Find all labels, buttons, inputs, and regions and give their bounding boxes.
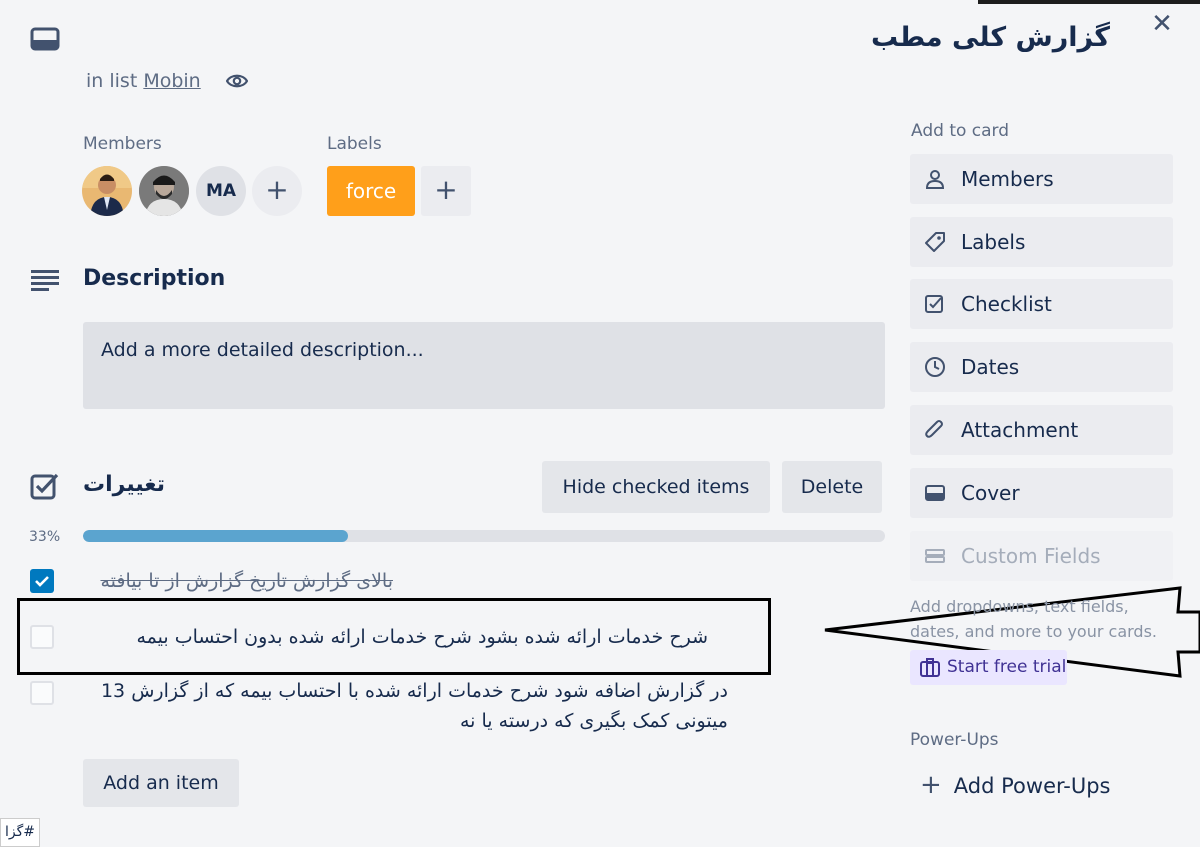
card-icon xyxy=(30,26,60,52)
window-top-bar xyxy=(978,0,1200,4)
description-input[interactable]: Add a more detailed description... xyxy=(83,322,885,409)
labels-label: Labels xyxy=(327,134,382,154)
status-bar: #گزا xyxy=(0,818,41,847)
custom-fields-icon xyxy=(925,549,945,563)
briefcase-icon xyxy=(920,658,940,677)
eye-icon[interactable] xyxy=(226,71,248,91)
checklist-title[interactable]: تغییرات xyxy=(83,472,165,497)
sidebar-button-label: Labels xyxy=(961,230,1026,254)
trial-label: Start free trial xyxy=(947,657,1067,677)
sidebar-custom-fields-button[interactable]: Custom Fields xyxy=(910,531,1173,581)
avatar[interactable] xyxy=(82,166,132,216)
progress-bar xyxy=(83,530,885,542)
sidebar-button-label: Custom Fields xyxy=(961,544,1101,568)
sidebar-members-button[interactable]: Members xyxy=(910,154,1173,204)
sidebar-checklist-button[interactable]: Checklist xyxy=(910,279,1173,329)
checklist-item-checkbox[interactable] xyxy=(30,681,54,705)
list-link[interactable]: Mobin xyxy=(143,70,200,92)
checklist-item-checkbox[interactable] xyxy=(30,569,54,593)
checklist-item-text[interactable]: در گزارش اضافه شود شرح خدمات ارائه شده ب… xyxy=(83,676,728,736)
tag-icon xyxy=(925,232,945,252)
add-label-button[interactable]: + xyxy=(421,166,471,216)
sidebar-button-label: Dates xyxy=(961,355,1020,379)
annotation-highlight-box xyxy=(17,598,771,675)
clock-icon xyxy=(925,357,945,377)
in-list-prefix: in list xyxy=(86,70,138,92)
checkbox-icon xyxy=(925,295,943,313)
card-title[interactable]: گزارش کلی مطب xyxy=(871,22,1110,53)
sidebar-labels-button[interactable]: Labels xyxy=(910,217,1173,267)
sidebar-attachment-button[interactable]: Attachment xyxy=(910,405,1173,455)
plus-icon: + xyxy=(920,770,942,800)
custom-fields-description: Add dropdowns, text fields, dates, and m… xyxy=(910,597,1157,641)
list-reference: in list Mobin xyxy=(86,70,201,92)
sidebar-cover-button[interactable]: Cover xyxy=(910,468,1173,518)
hide-checked-items-button[interactable]: Hide checked items xyxy=(542,461,770,513)
add-member-button[interactable]: + xyxy=(252,166,302,216)
start-free-trial-button[interactable]: Start free trial xyxy=(910,650,1067,685)
sidebar-button-label: Cover xyxy=(961,481,1020,505)
sidebar-button-label: Checklist xyxy=(961,292,1052,316)
add-checklist-item-button[interactable]: Add an item xyxy=(83,759,239,807)
person-icon xyxy=(925,170,945,189)
label-force[interactable]: force xyxy=(327,166,415,216)
sidebar-button-label: Members xyxy=(961,167,1054,191)
add-power-ups-button[interactable]: + Add Power-Ups xyxy=(920,770,1111,800)
description-icon xyxy=(30,268,60,292)
add-to-card-heading: Add to card xyxy=(911,121,1010,141)
paperclip-icon xyxy=(925,420,943,438)
avatar[interactable] xyxy=(139,166,189,216)
sidebar-dates-button[interactable]: Dates xyxy=(910,342,1173,392)
checklist-item-text[interactable]: بالای گزارش تاریخ گزارش از تا بیافته xyxy=(83,566,393,596)
avatar[interactable]: MA xyxy=(196,166,246,216)
progress-percent: 33% xyxy=(29,529,61,545)
members-label: Members xyxy=(83,134,162,154)
cover-icon xyxy=(925,485,945,501)
progress-fill xyxy=(83,530,348,542)
add-power-ups-label: Add Power-Ups xyxy=(953,774,1111,798)
sidebar-button-label: Attachment xyxy=(961,418,1079,442)
description-heading: Description xyxy=(83,266,226,291)
power-ups-heading: Power-Ups xyxy=(910,730,999,750)
checklist-icon xyxy=(30,472,60,500)
delete-checklist-button[interactable]: Delete xyxy=(782,461,882,513)
close-icon[interactable]: ✕ xyxy=(1148,10,1176,38)
